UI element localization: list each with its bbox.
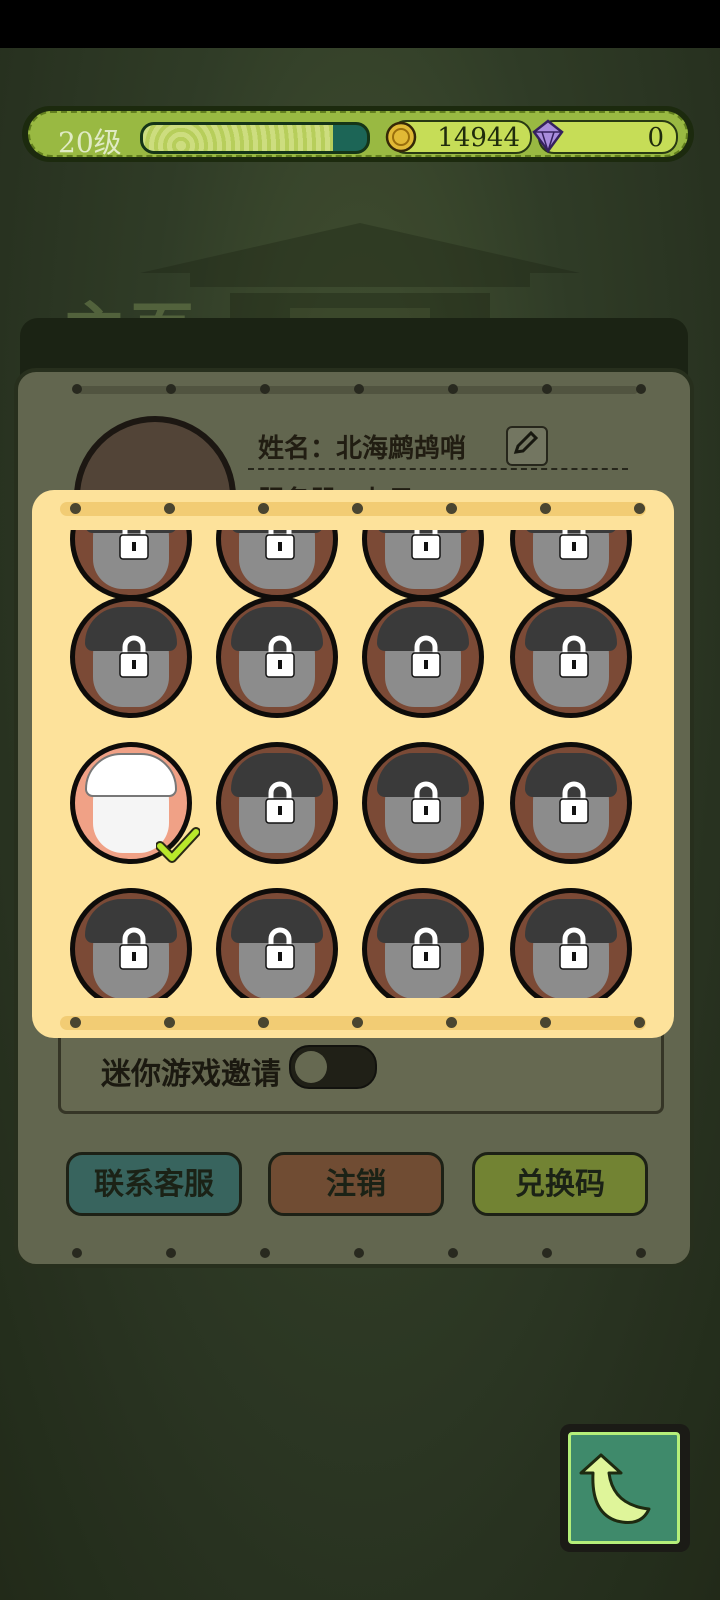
locked-avatar-option[interactable] bbox=[216, 596, 338, 718]
avatar-picker-panel bbox=[32, 490, 674, 1038]
lock-icon bbox=[265, 781, 295, 824]
lock-icon bbox=[559, 781, 589, 824]
lock-icon bbox=[411, 635, 441, 678]
back-arrow-icon bbox=[579, 1453, 651, 1524]
lock-icon bbox=[411, 927, 441, 970]
locked-avatar-option[interactable] bbox=[216, 742, 338, 864]
rivet bbox=[352, 503, 363, 514]
rivet bbox=[634, 1017, 645, 1028]
avatar-grid bbox=[32, 530, 674, 998]
locked-avatar-option[interactable] bbox=[362, 742, 484, 864]
rivet bbox=[352, 1017, 363, 1028]
lock-icon bbox=[265, 530, 295, 560]
locked-avatar-option[interactable] bbox=[510, 530, 632, 600]
avatar-hair bbox=[85, 753, 177, 797]
locked-avatar-option[interactable] bbox=[362, 596, 484, 718]
rivet bbox=[540, 1017, 551, 1028]
back-button[interactable] bbox=[560, 1424, 690, 1552]
locked-avatar-option[interactable] bbox=[216, 888, 338, 998]
lock-icon bbox=[119, 635, 149, 678]
rivet bbox=[258, 503, 269, 514]
rivet bbox=[70, 503, 81, 514]
locked-avatar-option[interactable] bbox=[70, 596, 192, 718]
lock-icon bbox=[119, 927, 149, 970]
rivet bbox=[258, 1017, 269, 1028]
rivet bbox=[70, 1017, 81, 1028]
lock-icon bbox=[559, 927, 589, 970]
rivet bbox=[164, 1017, 175, 1028]
selected-check-icon bbox=[156, 827, 200, 863]
lock-icon bbox=[559, 530, 589, 560]
lock-icon bbox=[411, 530, 441, 560]
rivet bbox=[634, 503, 645, 514]
rivet bbox=[446, 1017, 457, 1028]
rivet bbox=[540, 503, 551, 514]
locked-avatar-option[interactable] bbox=[70, 888, 192, 998]
lock-icon bbox=[265, 927, 295, 970]
lock-icon bbox=[559, 635, 589, 678]
locked-avatar-option[interactable] bbox=[362, 530, 484, 600]
rivet bbox=[164, 503, 175, 514]
lock-icon bbox=[119, 530, 149, 560]
rivet bbox=[446, 503, 457, 514]
locked-avatar-option[interactable] bbox=[70, 530, 192, 600]
locked-avatar-option[interactable] bbox=[510, 742, 632, 864]
locked-avatar-option[interactable] bbox=[362, 888, 484, 998]
status-bar bbox=[0, 0, 720, 48]
lock-icon bbox=[411, 781, 441, 824]
lock-icon bbox=[265, 635, 295, 678]
locked-avatar-option[interactable] bbox=[510, 888, 632, 998]
locked-avatar-option[interactable] bbox=[216, 530, 338, 600]
locked-avatar-option[interactable] bbox=[510, 596, 632, 718]
